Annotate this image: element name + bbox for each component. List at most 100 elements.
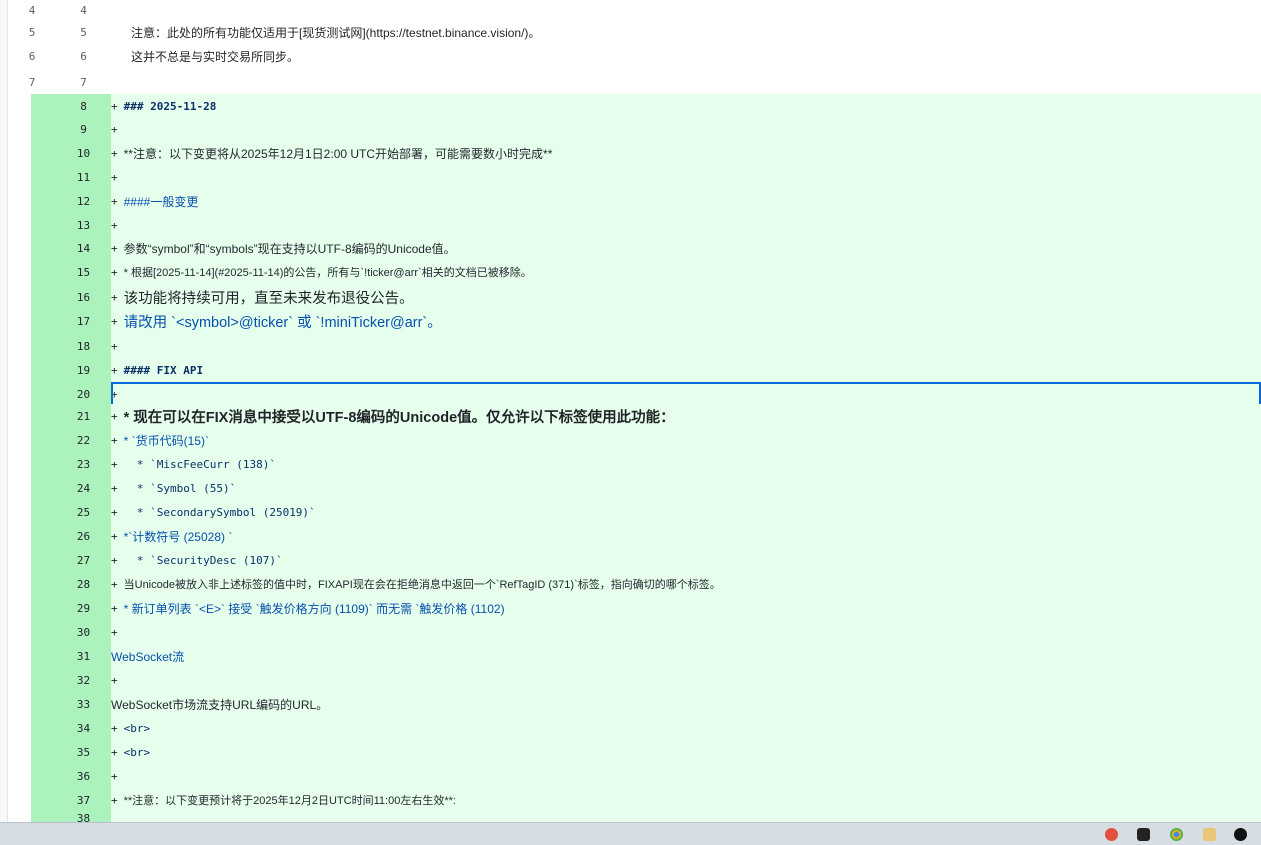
line-content[interactable]: + * `SecondarySymbol (25019)` (111, 500, 1261, 524)
line-content[interactable] (111, 812, 1261, 822)
chrome-icon[interactable] (1170, 828, 1183, 841)
line-content[interactable] (111, 70, 1261, 94)
diff-line-19[interactable]: 19 + #### FIX API (8, 358, 1261, 382)
line-text: * 根据[2025-11-14](#2025-11-14)的公告，所有与`!ti… (123, 267, 532, 279)
old-line-number: 7 (8, 70, 56, 94)
diff-line-36[interactable]: 36 + (8, 764, 1261, 788)
line-content[interactable]: + ####一般变更 (111, 188, 1261, 214)
line-content[interactable]: + (111, 214, 1261, 236)
diff-line-7[interactable]: 77 (8, 70, 1261, 94)
diff-line-38[interactable]: 38 (8, 812, 1261, 822)
line-content[interactable]: + * 现在可以在FIX消息中接受以UTF-8编码的Unicode值。仅允许以下标… (111, 404, 1261, 428)
info-icon[interactable] (1234, 828, 1247, 841)
old-line-number (8, 382, 56, 406)
diff-line-32[interactable]: 32 + (8, 668, 1261, 692)
line-content[interactable]: + (111, 620, 1261, 644)
diff-line-13[interactable]: 13 + (8, 214, 1261, 236)
new-line-number: 6 (56, 44, 111, 68)
diff-line-27[interactable]: 27 + * `SecurityDesc (107)` (8, 548, 1261, 572)
line-content[interactable]: + * `SecurityDesc (107)` (111, 548, 1261, 572)
diff-line-25[interactable]: 25 + * `SecondarySymbol (25019)` (8, 500, 1261, 524)
diff-line-24[interactable]: 24 + * `Symbol (55)` (8, 476, 1261, 500)
diff-line-31[interactable]: 31 WebSocket流 (8, 644, 1261, 668)
line-content[interactable]: + * 新订单列表 `<E>` 接受 `触发价格方向 (1109)` 而无需 `触… (111, 596, 1261, 620)
line-content[interactable] (111, 0, 1261, 20)
old-line-number (8, 692, 56, 716)
diff-line-15[interactable]: 15 + * 根据[2025-11-14](#2025-11-14)的公告，所有与`… (8, 260, 1261, 284)
line-content[interactable]: WebSocket市场流支持URL编码的URL。 (111, 692, 1261, 716)
line-content[interactable]: + ### 2025-11-28 (111, 94, 1261, 118)
added-marker: + (111, 481, 118, 495)
old-line-number (8, 452, 56, 476)
diff-view[interactable]: 4 4 5 5 注意：此处的所有功能仅适用于[现货测试网](https://testne… (8, 0, 1261, 822)
diff-line-23[interactable]: 23 + * `MiscFeeCurr (138)` (8, 452, 1261, 476)
line-content[interactable]: 注意：此处的所有功能仅适用于[现货测试网](https://testnet.bi… (111, 20, 1261, 44)
line-content[interactable]: + (111, 668, 1261, 692)
diff-line-18[interactable]: 18 + (8, 334, 1261, 358)
added-marker: + (111, 387, 118, 401)
line-content[interactable]: + **注意：以下变更预计将于2025年12月2日UTC时间11:00左右生效**… (111, 788, 1261, 812)
diff-line-5[interactable]: 5 5 注意：此处的所有功能仅适用于[现货测试网](https://testnet.… (8, 20, 1261, 44)
old-line-number (8, 94, 56, 118)
diff-line-12[interactable]: 12 + ####一般变更 (8, 188, 1261, 214)
line-content[interactable]: + 请改用 `<symbol>@ticker` 或 `!miniTicker@ar… (111, 308, 1261, 334)
diff-line-16[interactable]: 16 + 该功能将持续可用，直至未来发布退役公告。 (8, 284, 1261, 310)
diff-line-17[interactable]: 17 + 请改用 `<symbol>@ticker` 或 `!miniTicker@… (8, 308, 1261, 334)
old-line-number (8, 572, 56, 596)
old-line-number: 6 (8, 44, 56, 68)
line-content[interactable]: + 当Unicode被放入非上述标签的值中时，FIXAPI现在会在拒绝消息中返回一… (111, 572, 1261, 596)
new-line-number: 20 (56, 382, 111, 406)
new-line-number: 13 (56, 214, 111, 236)
diff-line-6[interactable]: 6 6 这并不总是与实时交易所同步。 (8, 44, 1261, 68)
folder-icon[interactable] (1203, 828, 1216, 841)
record-icon[interactable] (1105, 828, 1118, 841)
diff-line-29[interactable]: 29 + * 新订单列表 `<E>` 接受 `触发价格方向 (1109)` 而无需 … (8, 596, 1261, 620)
added-marker: + (111, 601, 118, 615)
line-content[interactable]: + * `MiscFeeCurr (138)` (111, 452, 1261, 476)
line-text: * 新订单列表 `<E>` 接受 `触发价格方向 (1109)` 而无需 `触发… (123, 601, 505, 616)
diff-line-11[interactable]: 11 + (8, 166, 1261, 188)
diff-line-22[interactable]: 22 + * `货币代码(15)` (8, 428, 1261, 452)
line-content[interactable]: + * `Symbol (55)` (111, 476, 1261, 500)
added-marker: + (111, 673, 118, 687)
diff-line-8[interactable]: 8 + ### 2025-11-28 (8, 94, 1261, 118)
diff-line-33[interactable]: 33 WebSocket市场流支持URL编码的URL。 (8, 692, 1261, 716)
new-line-number: 11 (56, 166, 111, 188)
diff-line-20[interactable]: 20 + (8, 382, 1261, 406)
diff-line-21[interactable]: 21 + * 现在可以在FIX消息中接受以UTF-8编码的Unicode值。仅允许以… (8, 404, 1261, 428)
diff-line-34[interactable]: 34 + <br> (8, 716, 1261, 740)
line-text: **注意：以下变更将从2025年12月1日2:00 UTC开始部署，可能需要数小… (123, 146, 553, 161)
line-content[interactable]: + 该功能将持续可用，直至未来发布退役公告。 (111, 284, 1261, 310)
old-line-number (8, 740, 56, 764)
added-marker: + (111, 505, 118, 519)
terminal-icon[interactable] (1137, 828, 1150, 841)
line-content[interactable]: 这并不总是与实时交易所同步。 (111, 44, 1261, 68)
diff-line-14[interactable]: 14 + 参数“symbol”和“symbols”现在支持以UTF-8编码的Unic… (8, 236, 1261, 260)
line-content[interactable]: + *`计数符号 (25028) ` (111, 524, 1261, 548)
line-content[interactable]: + 参数“symbol”和“symbols”现在支持以UTF-8编码的Unicod… (111, 236, 1261, 260)
line-content[interactable]: + (111, 382, 1261, 406)
added-marker: + (111, 409, 118, 423)
diff-line-4[interactable]: 44 (8, 0, 1261, 20)
line-content[interactable]: + (111, 166, 1261, 188)
line-content[interactable]: + #### FIX API (111, 358, 1261, 382)
left-gutter-rail (0, 0, 8, 822)
diff-line-9[interactable]: 9 + (8, 118, 1261, 140)
diff-line-26[interactable]: 26 + *`计数符号 (25028) ` (8, 524, 1261, 548)
diff-line-30[interactable]: 30 + (8, 620, 1261, 644)
diff-line-37[interactable]: 37 + **注意：以下变更预计将于2025年12月2日UTC时间11:00左右生效… (8, 788, 1261, 812)
line-content[interactable]: + (111, 334, 1261, 358)
old-line-number (8, 236, 56, 260)
line-content[interactable]: + <br> (111, 740, 1261, 764)
line-content[interactable]: + (111, 764, 1261, 788)
line-content[interactable]: + <br> (111, 716, 1261, 740)
diff-line-28[interactable]: 28 + 当Unicode被放入非上述标签的值中时，FIXAPI现在会在拒绝消息中返… (8, 572, 1261, 596)
line-content[interactable]: + * 根据[2025-11-14](#2025-11-14)的公告，所有与`!t… (111, 260, 1261, 284)
line-content[interactable]: + **注意：以下变更将从2025年12月1日2:00 UTC开始部署，可能需要数… (111, 140, 1261, 166)
diff-line-10[interactable]: 10 + **注意：以下变更将从2025年12月1日2:00 UTC开始部署，可能需… (8, 140, 1261, 166)
line-text: * `SecurityDesc (107)` (123, 553, 283, 567)
line-content[interactable]: + (111, 118, 1261, 140)
diff-line-35[interactable]: 35 + <br> (8, 740, 1261, 764)
line-content[interactable]: + * `货币代码(15)` (111, 428, 1261, 452)
line-content[interactable]: WebSocket流 (111, 644, 1261, 668)
